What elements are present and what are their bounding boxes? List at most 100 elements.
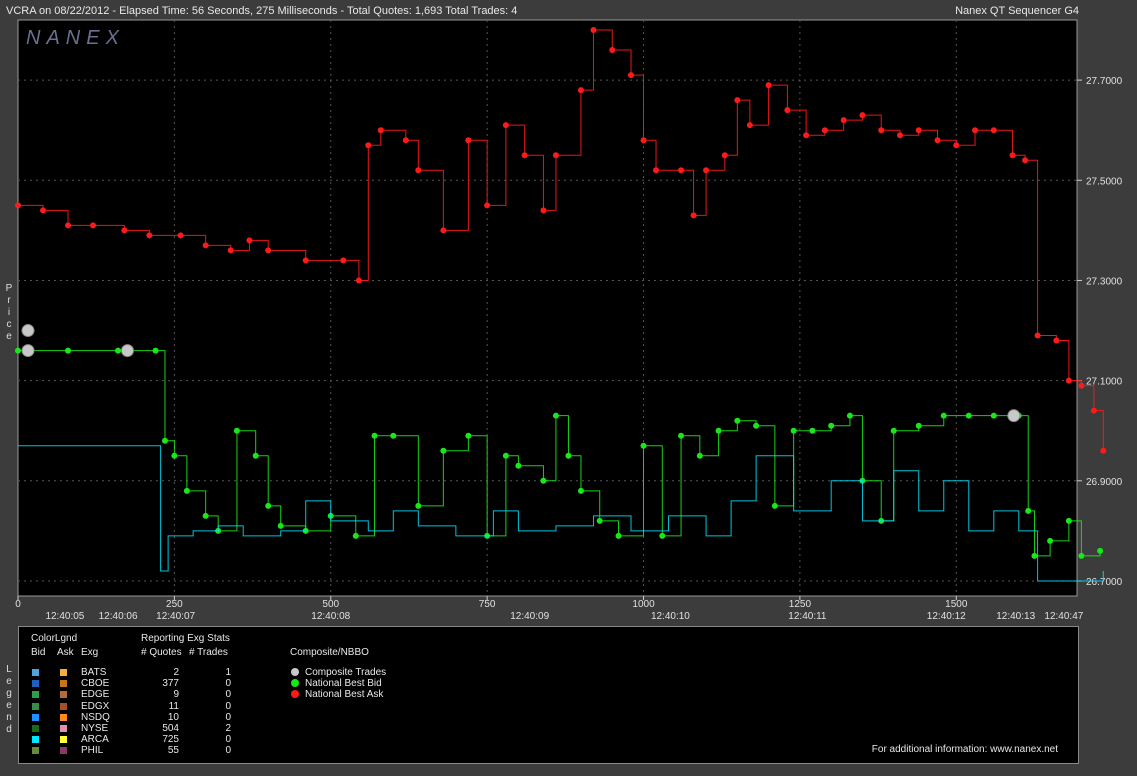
series-point	[1065, 377, 1072, 384]
time-label: 12:40:47	[1044, 611, 1083, 620]
exchange-name: EDGX	[81, 700, 110, 712]
series-point	[90, 222, 97, 229]
series-point	[746, 122, 753, 129]
price-chart: NANEX26.700026.900027.100027.300027.5000…	[15, 19, 1123, 620]
series-point	[65, 222, 72, 229]
composite-trade-marker	[1007, 409, 1021, 423]
legend-exchange-row: NSDQ 10 0	[19, 712, 279, 723]
legend-letter: L	[6, 664, 12, 675]
exchange-quotes: 377	[162, 678, 179, 690]
series-point	[628, 72, 635, 79]
series-point	[1065, 517, 1072, 524]
series-point	[465, 432, 472, 439]
series-point	[953, 142, 960, 149]
legend-exchange-row: EDGX 11 0	[19, 701, 279, 712]
series-point	[15, 202, 21, 209]
exchange-name: CBOE	[81, 678, 110, 690]
exchange-quotes: 9	[173, 689, 179, 701]
series-point	[640, 137, 647, 144]
time-label: 12:40:06	[99, 611, 138, 620]
series-point	[146, 232, 153, 239]
series-point	[552, 412, 559, 419]
nbbo-marker	[291, 690, 299, 699]
series-point	[878, 127, 885, 134]
exchange-name: NYSE	[81, 723, 109, 734]
series-point	[115, 347, 122, 354]
bid-swatch	[32, 669, 39, 676]
exchange-trades: 0	[225, 700, 231, 712]
series-point	[990, 412, 997, 419]
series-point	[653, 167, 660, 174]
bid-swatch	[32, 702, 39, 710]
ask-swatch	[60, 713, 67, 721]
ask-swatch	[60, 747, 67, 755]
series-point	[415, 167, 422, 174]
exchange-trades: 0	[225, 711, 231, 723]
series-point	[540, 207, 547, 214]
series-point	[227, 247, 234, 254]
exchange-name: PHIL	[81, 745, 104, 757]
series-point	[465, 137, 472, 144]
x-tick-label: 250	[166, 599, 183, 610]
series-point	[678, 167, 685, 174]
series-point	[1031, 552, 1038, 559]
series-point	[15, 347, 21, 354]
y-tick-label: 27.7000	[1086, 76, 1123, 87]
exchange-quotes: 504	[162, 723, 179, 734]
x-tick-label: 750	[479, 599, 496, 610]
series-point	[1009, 152, 1016, 159]
series-point	[696, 452, 703, 459]
time-label: 12:40:12	[927, 611, 966, 620]
x-tick-label: 1250	[789, 599, 812, 610]
series-point	[972, 127, 979, 134]
series-point	[1100, 447, 1107, 454]
series-point	[940, 412, 947, 419]
series-point	[915, 422, 922, 429]
nbbo-label: Composite Trades	[305, 667, 387, 678]
series-point	[734, 417, 741, 424]
series-point	[183, 487, 190, 494]
nbbo-marker	[291, 679, 299, 688]
series-point	[402, 137, 409, 144]
exchange-quotes: 55	[167, 745, 179, 757]
exchange-quotes: 11	[168, 700, 179, 712]
series-point	[659, 532, 666, 539]
x-tick-label: 1000	[632, 599, 655, 610]
series-point	[590, 27, 597, 34]
series-point	[265, 247, 272, 254]
series-point	[1090, 407, 1097, 414]
series-point	[371, 432, 378, 439]
bid-swatch	[32, 747, 39, 755]
exchange-trades: 0	[225, 689, 231, 701]
series-point	[596, 517, 603, 524]
series-point	[1078, 552, 1085, 559]
legend-letter: g	[6, 688, 12, 699]
legend-panel: ColorLgnd Bid Ask Exg Reporting Exg Stat…	[18, 626, 1079, 764]
series-point	[765, 82, 772, 89]
series-point	[246, 237, 253, 244]
series-point	[915, 127, 922, 134]
y-tick-label: 27.5000	[1086, 176, 1123, 187]
series-point	[340, 257, 347, 264]
series-point	[252, 452, 259, 459]
series-point	[790, 427, 797, 434]
legend-exchange-row: BATS 2 1	[19, 667, 279, 678]
series-point	[202, 512, 209, 519]
composite-trade-marker	[120, 344, 134, 358]
series-point	[177, 232, 184, 239]
series-point	[390, 432, 397, 439]
ask-swatch	[60, 725, 67, 732]
series-point	[715, 427, 722, 434]
time-label: 12:40:13	[996, 611, 1035, 620]
exchange-quotes: 10	[167, 711, 179, 723]
series-point	[846, 412, 853, 419]
series-point	[265, 502, 272, 509]
series-point	[565, 452, 572, 459]
series-point	[440, 447, 447, 454]
exchange-trades: 0	[225, 678, 231, 690]
y-tick-label: 27.3000	[1086, 276, 1123, 287]
series-point	[440, 227, 447, 234]
nbbo-label: National Best Ask	[305, 689, 384, 701]
series-point	[415, 502, 422, 509]
series-point	[990, 127, 997, 134]
